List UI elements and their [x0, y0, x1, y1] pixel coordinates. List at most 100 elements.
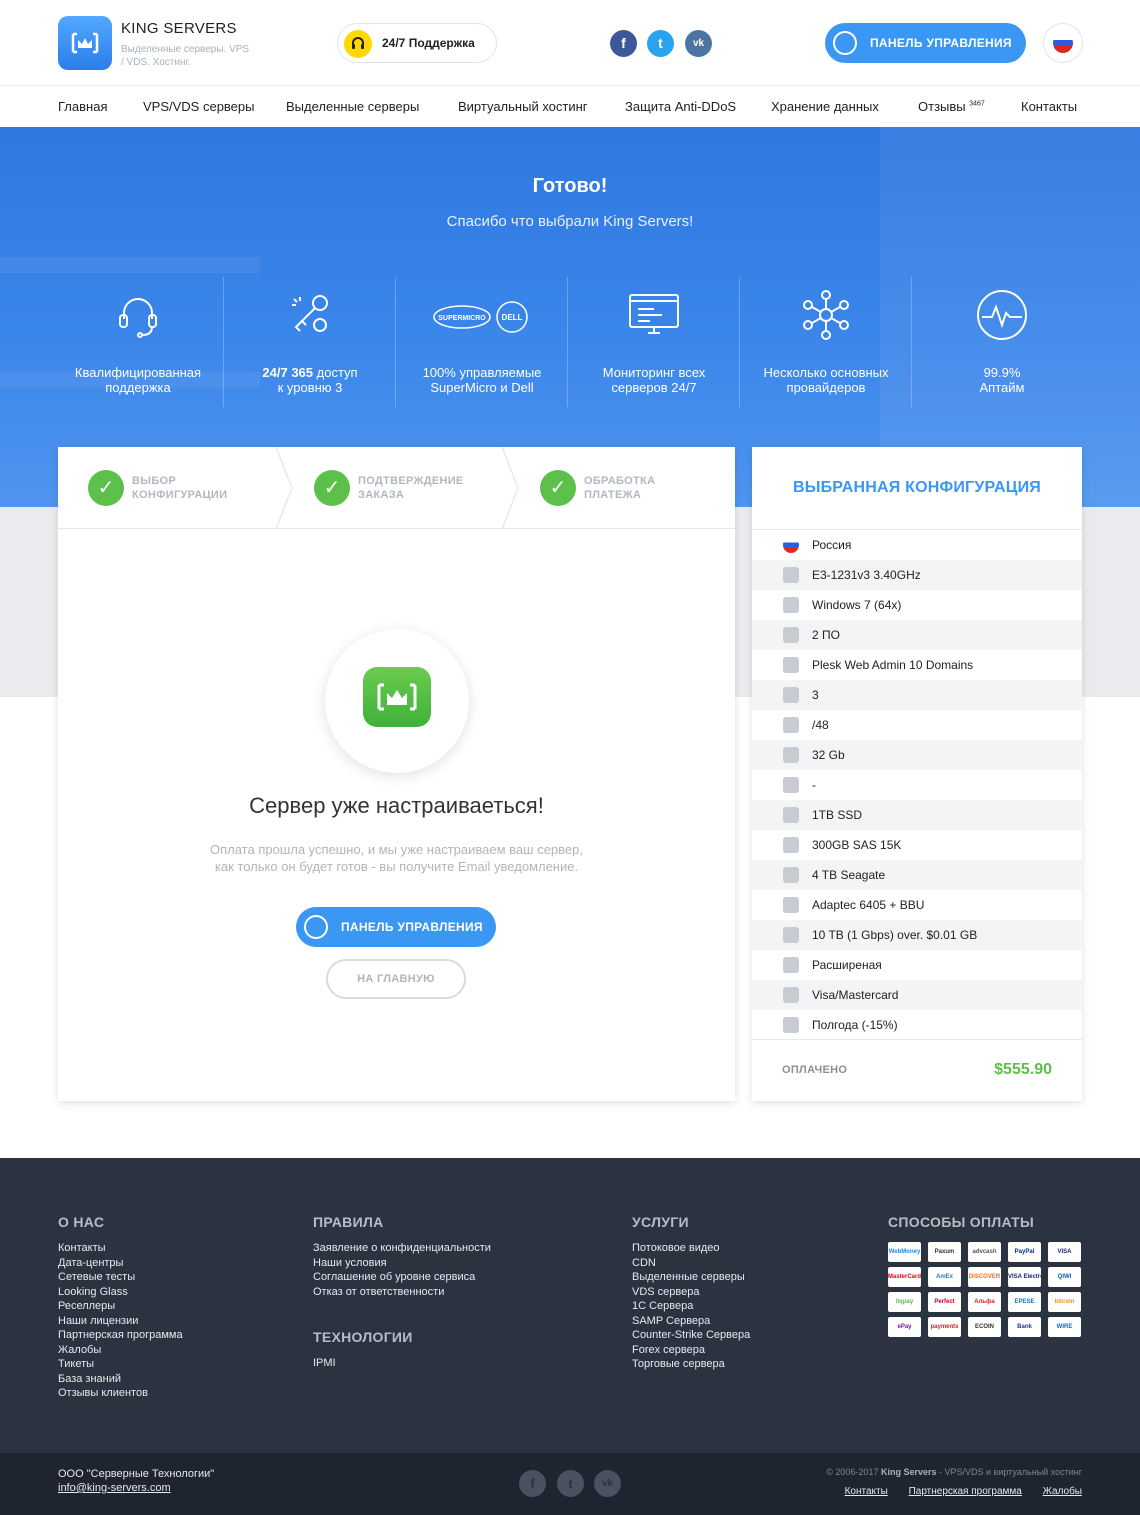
bottom-links: Контакты Партнерская программа Жалобы [827, 1486, 1082, 1497]
status-description-line: как только он будет готов - вы получите … [214, 859, 579, 874]
step-label: ВЫБОР [132, 475, 177, 487]
footer-link[interactable]: Counter-Strike Сервера [632, 1328, 750, 1343]
footer-link[interactable]: VDS сервера [632, 1285, 750, 1300]
footer-link[interactable]: Выделенные серверы [632, 1270, 750, 1285]
divider [911, 277, 912, 407]
bottom-link-partner[interactable]: Партнерская программа [909, 1486, 1022, 1497]
speedometer-icon [304, 915, 328, 939]
twitter-icon[interactable]: t [647, 30, 674, 57]
footer-link[interactable]: Партнерская программа [58, 1328, 183, 1343]
dell-logo-text: DELL [502, 313, 523, 322]
software-icon [783, 627, 799, 643]
king-servers-logo [363, 667, 431, 727]
home-button[interactable]: НА ГЛАВНУЮ [326, 959, 466, 999]
footer-heading: СПОСОБЫ ОПЛАТЫ [888, 1214, 1035, 1230]
check-icon: ✓ [540, 470, 576, 506]
payment-logo: payments [928, 1317, 961, 1337]
king-servers-logo[interactable] [58, 16, 112, 70]
step-configuration: ✓ ВЫБОР КОНФИГУРАЦИИ [58, 447, 278, 529]
email-link[interactable]: info@king-servers.com [58, 1482, 171, 1494]
reviews-count: 3467 [969, 100, 985, 108]
nav-item-ddos[interactable]: Защита Anti-DDoS [625, 99, 736, 114]
nav-item-dedicated[interactable]: Выделенные серверы [286, 99, 419, 114]
disk-icon [783, 837, 799, 853]
config-value: 300GB SAS 15K [812, 838, 902, 852]
config-value: 4 TB Seagate [812, 868, 886, 882]
feature-text: 100% управляемые [422, 365, 542, 380]
footer-link[interactable]: Наши лицензии [58, 1314, 183, 1329]
network-icon [798, 287, 854, 343]
bottom-link-contacts[interactable]: Контакты [845, 1486, 888, 1497]
config-row: - [752, 770, 1082, 800]
footer-link[interactable]: Отзывы клиентов [58, 1386, 183, 1401]
footer-link[interactable]: Контакты [58, 1241, 183, 1256]
language-selector[interactable] [1043, 23, 1083, 63]
footer-link[interactable]: Торговые сервера [632, 1357, 750, 1372]
raid-icon [783, 777, 799, 793]
config-value: - [812, 778, 816, 792]
supermicro-logo-text: SUPERMICRO [438, 315, 486, 322]
footer-link[interactable]: Forex сервера [632, 1343, 750, 1358]
twitter-icon[interactable]: t [557, 1470, 584, 1497]
config-row: 2 ПО [752, 620, 1082, 650]
footer-link[interactable]: Looking Glass [58, 1285, 183, 1300]
footer-link[interactable]: База знаний [58, 1372, 183, 1387]
footer-link[interactable]: 1С Сервера [632, 1299, 750, 1314]
os-icon [783, 597, 799, 613]
copyright: © 2006-2017 King Servers - VPS/VDS и вир… [826, 1467, 1082, 1477]
russia-flag-icon [1053, 33, 1073, 53]
footer-link[interactable]: Отказ от ответственности [313, 1285, 491, 1300]
footer-bottom: ООО "Серверные Технологии" info@king-ser… [0, 1453, 1140, 1515]
nav-item-reviews[interactable]: Отзывы 3467 [918, 99, 985, 114]
brand-name[interactable]: KING SERVERS [121, 20, 237, 37]
config-value: 3 [812, 688, 819, 702]
control-panel-button[interactable]: ПАНЕЛЬ УПРАВЛЕНИЯ [296, 907, 496, 947]
facebook-icon[interactable]: f [610, 30, 637, 57]
panel-icon [783, 657, 799, 673]
config-value: 10 TB (1 Gbps) over. $0.01 GB [812, 928, 978, 942]
footer-link[interactable]: IPMI [313, 1356, 491, 1371]
feature-text: поддержка [105, 380, 171, 395]
facebook-icon[interactable]: f [519, 1470, 546, 1497]
nav-item-home[interactable]: Главная [58, 99, 107, 114]
footer-link[interactable]: SAMP Сервера [632, 1314, 750, 1329]
payment-logo: VISA Electron [1008, 1267, 1041, 1287]
footer-link[interactable]: Жалобы [58, 1343, 183, 1358]
nav-item-vps[interactable]: VPS/VDS серверы [143, 99, 255, 114]
vk-icon[interactable]: vk [594, 1470, 621, 1497]
payment-logo: advcash [968, 1242, 1001, 1262]
paid-label: ОПЛАЧЕНО [782, 1064, 848, 1076]
nav-item-contacts[interactable]: Контакты [1021, 99, 1077, 114]
payment-logo: VISA [1048, 1242, 1081, 1262]
feature-text: 99.9% [983, 365, 1021, 380]
config-title: ВЫБРАННАЯ КОНФИГУРАЦИЯ [792, 479, 1041, 496]
bottom-link-complaints[interactable]: Жалобы [1043, 1486, 1082, 1497]
config-row: Россия [752, 530, 1082, 560]
footer-link[interactable]: Заявление о конфиденциальности [313, 1241, 491, 1256]
footer-link[interactable]: Тикеты [58, 1357, 183, 1372]
config-row: 300GB SAS 15K [752, 830, 1082, 860]
copyright-brand: King Servers [880, 1467, 937, 1477]
footer-link[interactable]: Дата-центры [58, 1256, 183, 1271]
site-header: KING SERVERS Выделенные серверы. VPS / V… [0, 0, 1140, 86]
control-panel-label: ПАНЕЛЬ УПРАВЛЕНИЯ [870, 36, 1012, 50]
nav-item-storage[interactable]: Хранение данных [771, 99, 879, 114]
vk-icon[interactable]: vk [685, 30, 712, 57]
config-value: Windows 7 (64x) [812, 598, 902, 612]
control-panel-button[interactable]: ПАНЕЛЬ УПРАВЛЕНИЯ [825, 23, 1026, 63]
footer-link[interactable]: Наши условия [313, 1256, 491, 1271]
footer-link[interactable]: Реселлеры [58, 1299, 183, 1314]
total-price: $555.90 [994, 1061, 1052, 1078]
config-row: 3 [752, 680, 1082, 710]
server-badge [325, 629, 469, 773]
footer-link[interactable]: CDN [632, 1256, 750, 1271]
support-icon [783, 957, 799, 973]
disk-icon [783, 807, 799, 823]
support-button[interactable]: 24/7 Поддержка [337, 23, 497, 63]
footer-link[interactable]: Потоковое видео [632, 1241, 750, 1256]
nav-item-hosting[interactable]: Виртуальный хостинг [458, 99, 588, 114]
footer-link[interactable]: Соглашение об уровне сервиса [313, 1270, 491, 1285]
footer-payments: СПОСОБЫ ОПЛАТЫ [888, 1214, 1034, 1241]
payment-logo: EPESE [1008, 1292, 1041, 1312]
footer-link[interactable]: Сетевые тесты [58, 1270, 183, 1285]
